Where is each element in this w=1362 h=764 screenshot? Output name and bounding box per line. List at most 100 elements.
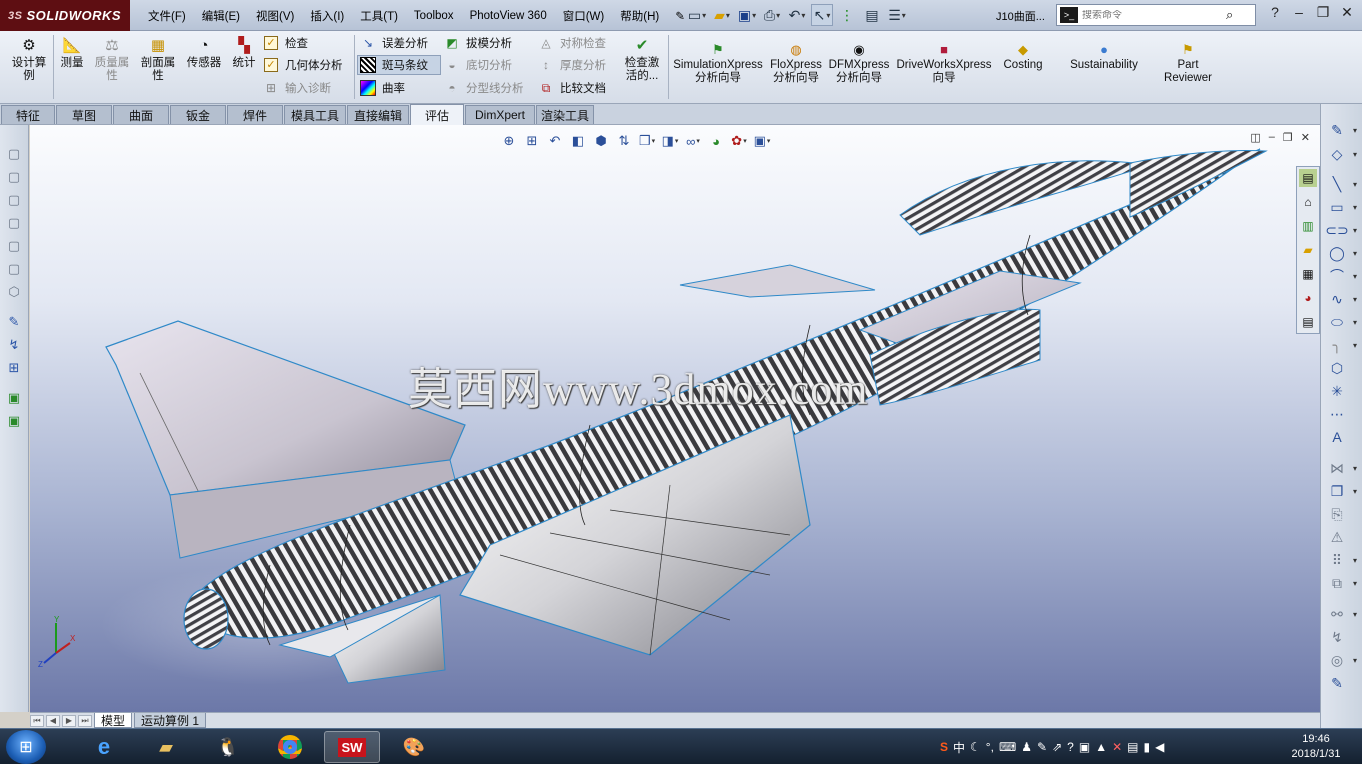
ellipse-icon[interactable]: ⬭ ▾ bbox=[1327, 312, 1357, 332]
sketch-right-icon[interactable]: ✎ ▾ bbox=[1327, 120, 1357, 140]
solidworks-resources-icon[interactable]: ▤ bbox=[1299, 169, 1317, 187]
design-calc-button[interactable]: ⚙ 设计算例 bbox=[8, 35, 50, 83]
dynamic-annotation-icon[interactable]: ⬢ bbox=[592, 132, 610, 150]
signal-icon[interactable]: ▮ bbox=[1143, 740, 1150, 754]
apply-scene-icon[interactable]: ◕ bbox=[707, 132, 725, 150]
centerline-icon[interactable]: ⋯ bbox=[1327, 404, 1347, 424]
text-icon[interactable]: A bbox=[1327, 427, 1347, 447]
options-icon[interactable]: ☰ ▾ bbox=[886, 4, 908, 26]
sketch-icon[interactable]: ✎ bbox=[5, 313, 23, 331]
sensor-button[interactable]: ◔ 传感器 bbox=[184, 35, 224, 70]
layer-icon[interactable]: ▣ bbox=[5, 389, 23, 407]
view-back-icon[interactable]: ▢ bbox=[5, 168, 23, 186]
display-relations-icon[interactable]: ⚯ ▾ bbox=[1327, 604, 1357, 624]
view-bottom-icon[interactable]: ▢ bbox=[5, 260, 23, 278]
driveworksxpress-button[interactable]: ■ DriveWorksXpress 向导 bbox=[894, 41, 994, 85]
slot-icon[interactable]: ⊂⊃ ▾ bbox=[1325, 220, 1357, 240]
undo-icon[interactable]: ↶ ▾ bbox=[786, 4, 808, 26]
aircraft-model[interactable] bbox=[30, 125, 1320, 712]
viewport-split-icon[interactable]: ◫ bbox=[1250, 131, 1260, 144]
spline-icon[interactable]: ∿ ▾ bbox=[1327, 289, 1357, 309]
share-icon[interactable]: ⇗ bbox=[1052, 740, 1062, 754]
start-button[interactable]: ⊞ bbox=[6, 730, 46, 764]
tab-render-tools[interactable]: 渲染工具 bbox=[536, 105, 594, 124]
prev-tab-icon[interactable]: ◀ bbox=[46, 714, 60, 727]
undercut-analysis-button[interactable]: ◒ 底切分析 bbox=[444, 55, 512, 75]
circle-icon[interactable]: ◯ ▾ bbox=[1327, 243, 1357, 263]
menu-photoview[interactable]: PhotoView 360 bbox=[462, 10, 555, 22]
viewport-minimize-icon[interactable]: – bbox=[1269, 131, 1275, 144]
zoom-to-fit-icon[interactable]: ⊕ bbox=[500, 132, 518, 150]
menu-file[interactable]: 文件(F) bbox=[140, 8, 194, 24]
linear-pattern-icon[interactable]: ⠿ ▾ bbox=[1327, 550, 1357, 570]
fillet-icon[interactable]: ╮ ▾ bbox=[1327, 335, 1357, 355]
compare-documents-button[interactable]: ⧉ 比较文档 bbox=[538, 78, 606, 98]
appearances-icon[interactable]: ◕ bbox=[1299, 289, 1317, 307]
view-isometric-icon[interactable]: ⬡ bbox=[5, 283, 23, 301]
engine-exhaust[interactable] bbox=[183, 588, 229, 650]
skin-icon[interactable]: ▣ bbox=[1079, 740, 1090, 754]
hide-show-icon[interactable]: ◨ ▾ bbox=[661, 132, 679, 150]
smart-dimension-icon[interactable]: ↯ bbox=[5, 336, 23, 354]
viewport-restore-icon[interactable]: ❐ bbox=[1283, 131, 1293, 144]
nose-cone[interactable] bbox=[1129, 150, 1268, 218]
costing-button[interactable]: ◆ Costing bbox=[998, 41, 1048, 72]
view-orientation-icon[interactable]: ⇅ bbox=[615, 132, 633, 150]
parting-line-analysis-button[interactable]: ◓ 分型线分析 bbox=[444, 78, 523, 98]
import-diagnostics-button[interactable]: ⊞ 输入诊断 bbox=[263, 78, 331, 98]
menu-toolbox[interactable]: Toolbox bbox=[406, 10, 462, 22]
tools-icon[interactable]: ✎ bbox=[1037, 740, 1047, 754]
view-palette-icon[interactable]: ▦ bbox=[1299, 265, 1317, 283]
display-style-icon[interactable]: ❒ ▾ bbox=[638, 132, 656, 150]
arc-icon[interactable]: ⌒ ▾ bbox=[1327, 266, 1357, 286]
volume-icon[interactable]: ◀ bbox=[1155, 740, 1164, 754]
repair-sketch-icon[interactable]: ↯ bbox=[1327, 627, 1347, 647]
quick-snaps-icon[interactable]: ◎ ▾ bbox=[1327, 650, 1357, 670]
file-properties-icon[interactable]: ▤ bbox=[861, 4, 883, 26]
statistics-button[interactable]: ▚ 统计 bbox=[229, 35, 259, 70]
symmetry-check-button[interactable]: ◬ 对称检查 bbox=[538, 33, 606, 53]
view-right-icon[interactable]: ▢ bbox=[5, 214, 23, 232]
graphics-area[interactable]: ⊕ ⊞ ↶ ◧ ⬢ ⇅ ❒ ▾ ◨ ▾ ∞ ▾ ◕ ✿ ▾ ▣ ▾ ◫ – ❐ ✕ 莫西网… bbox=[30, 125, 1320, 712]
mirror-icon[interactable]: ⚠ bbox=[1327, 527, 1347, 547]
network-warning-icon[interactable]: ✕ bbox=[1112, 740, 1122, 754]
usb-icon[interactable]: ▤ bbox=[1127, 740, 1138, 754]
menu-edit[interactable]: 编辑(E) bbox=[194, 8, 248, 24]
sogou-ime-icon[interactable]: S bbox=[940, 740, 948, 754]
move-entities-icon[interactable]: ⧉ ▾ bbox=[1327, 573, 1357, 593]
solidworks-taskbar-button[interactable]: SW bbox=[324, 731, 380, 763]
layer-properties-icon[interactable]: ▣ bbox=[5, 412, 23, 430]
keyboard-icon[interactable]: ⌨ bbox=[999, 740, 1016, 754]
left-canard[interactable] bbox=[679, 264, 876, 298]
close-icon[interactable]: ✕ bbox=[1338, 4, 1356, 21]
edit-appearance-icon[interactable]: ∞ ▾ bbox=[684, 132, 702, 150]
view-settings-icon[interactable]: ✿ ▾ bbox=[730, 132, 748, 150]
offset-entities-icon[interactable]: ⎘ bbox=[1327, 504, 1347, 524]
tab-surfaces[interactable]: 曲面 bbox=[113, 105, 169, 124]
view-front-icon[interactable]: ▢ bbox=[5, 145, 23, 163]
internet-explorer-taskbar-button[interactable]: e bbox=[76, 731, 132, 763]
section-view-icon[interactable]: ◧ bbox=[569, 132, 587, 150]
qq-taskbar-button[interactable]: 🐧 bbox=[200, 731, 256, 763]
menu-tools[interactable]: 工具(T) bbox=[352, 8, 406, 24]
viewport-close-icon[interactable]: ✕ bbox=[1301, 131, 1310, 144]
chrome-taskbar-button[interactable] bbox=[262, 731, 318, 763]
search-commands[interactable]: >_ ⌕ bbox=[1056, 4, 1256, 26]
view-left-icon[interactable]: ▢ bbox=[5, 191, 23, 209]
rectangle-icon[interactable]: ▭ ▾ bbox=[1327, 197, 1357, 217]
previous-view-icon[interactable]: ↶ bbox=[546, 132, 564, 150]
tab-features[interactable]: 特征 bbox=[1, 105, 55, 124]
part-reviewer-button[interactable]: ⚑ Part Reviewer bbox=[1160, 41, 1216, 85]
monitor-icon[interactable]: ▣ ▾ bbox=[753, 132, 771, 150]
dfmxpress-button[interactable]: ◉ DFMXpress 分析向导 bbox=[828, 41, 890, 85]
plane-icon[interactable]: ⋈ ▾ bbox=[1327, 458, 1357, 478]
thickness-analysis-button[interactable]: ↕ 厚度分析 bbox=[538, 55, 606, 75]
print-icon[interactable]: ⎙ ▾ bbox=[761, 4, 783, 26]
ime-mode[interactable]: 中 bbox=[953, 739, 965, 756]
menu-insert[interactable]: 插入(I) bbox=[302, 8, 352, 24]
file-explorer-icon[interactable]: ▰ bbox=[1299, 241, 1317, 259]
deviation-analysis-button[interactable]: ↘ 误差分析 bbox=[360, 33, 428, 53]
rebuild-traffic-light-icon[interactable]: ⋮ bbox=[836, 4, 858, 26]
zebra-stripes-button[interactable]: 斑马条纹 bbox=[357, 55, 441, 75]
menu-help[interactable]: 帮助(H) bbox=[612, 8, 667, 24]
